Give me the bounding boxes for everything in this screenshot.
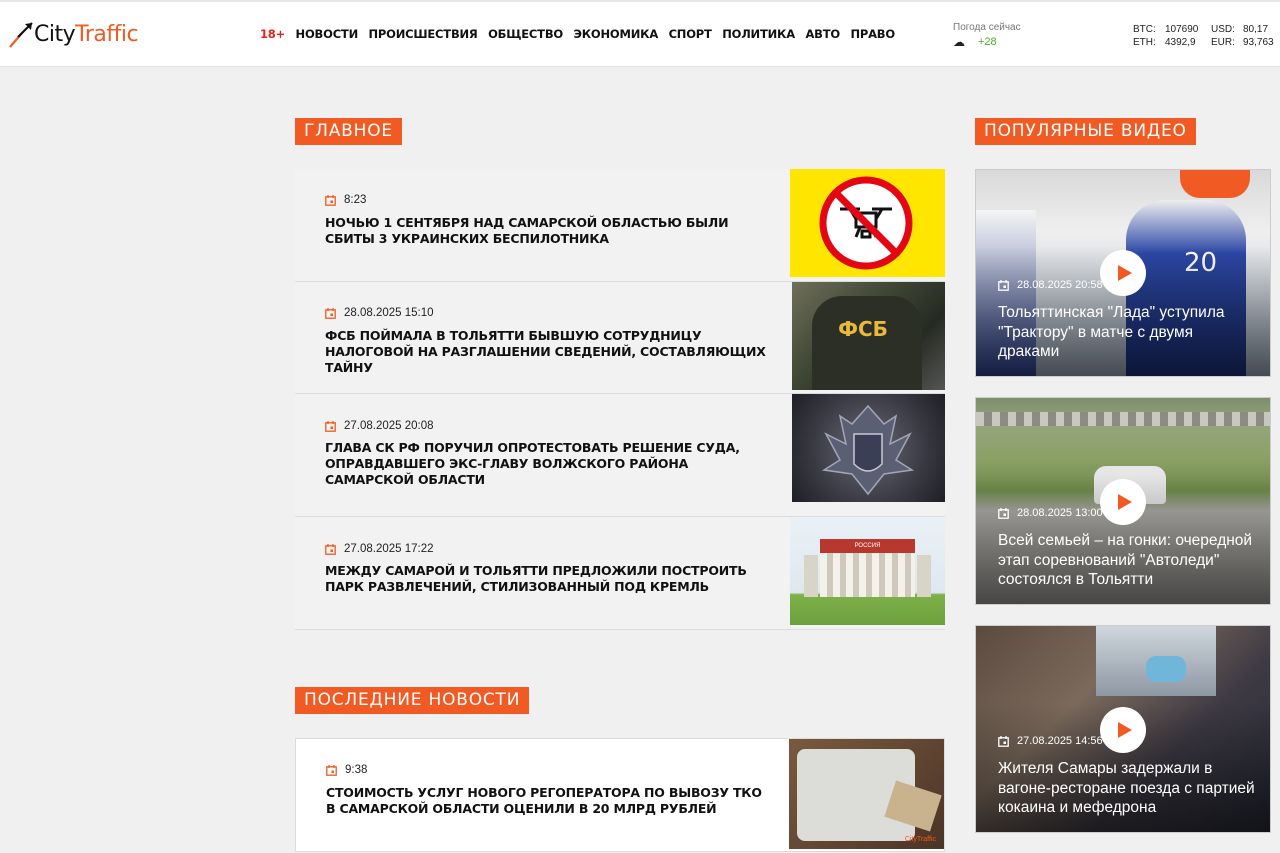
video-date: 28.08.2025 13:00 bbox=[1017, 507, 1103, 519]
track-fence bbox=[976, 412, 1270, 426]
eth-value: 4392,9 bbox=[1165, 37, 1196, 48]
news-meta: 28.08.2025 15:10 bbox=[325, 307, 434, 319]
weather-temperature: +28 bbox=[978, 36, 997, 48]
park-gate-sign: РОССИЯ bbox=[820, 539, 915, 553]
glove-shape bbox=[1146, 656, 1186, 682]
news-card[interactable]: 27.08.2025 20:08 Глава СК РФ поручил опр… bbox=[295, 394, 945, 517]
play-button[interactable] bbox=[1100, 250, 1146, 296]
news-meta: 27.08.2025 17:22 bbox=[325, 543, 434, 555]
main-nav: 18+ Новости Происшествия Общество Эконом… bbox=[260, 27, 905, 41]
section-title-main[interactable]: Главное bbox=[295, 118, 402, 145]
currency-rates: USD: 80,17 EUR: 93,763 bbox=[1211, 23, 1274, 49]
news-title[interactable]: Стоимость услуг нового регоператора по в… bbox=[326, 785, 771, 817]
video-card[interactable]: 28.08.2025 13:00 Всей семьей – на гонки:… bbox=[975, 397, 1271, 605]
nav-item-news[interactable]: Новости bbox=[296, 27, 359, 41]
video-title[interactable]: Жителя Самары задержали в вагоне-рестора… bbox=[998, 759, 1258, 818]
calendar-icon bbox=[325, 543, 336, 555]
news-time: 27.08.2025 17:22 bbox=[344, 543, 434, 555]
video-meta: 27.08.2025 14:56 bbox=[998, 735, 1103, 747]
btc-label: BTC: bbox=[1133, 24, 1156, 35]
nav-item-politics[interactable]: Политика bbox=[722, 27, 795, 41]
news-card[interactable]: 9:38 Стоимость услуг нового регоператора… bbox=[295, 738, 945, 852]
no-drones-icon bbox=[819, 176, 913, 270]
news-time: 27.08.2025 20:08 bbox=[344, 420, 434, 432]
video-card[interactable]: 27.08.2025 14:56 Жителя Самары задержали… bbox=[975, 625, 1271, 833]
news-time: 9:38 bbox=[345, 764, 368, 776]
logo-arrow-icon bbox=[9, 22, 33, 48]
news-thumbnail-sk-emblem[interactable] bbox=[792, 394, 945, 502]
section-title-latest[interactable]: Последние новости bbox=[295, 687, 530, 714]
news-thumbnail-fsb[interactable]: ФСБ bbox=[792, 282, 945, 390]
news-time: 28.08.2025 15:10 bbox=[344, 307, 434, 319]
calendar-icon bbox=[998, 507, 1009, 519]
btc-value: 107690 bbox=[1165, 24, 1199, 35]
play-button[interactable] bbox=[1100, 707, 1146, 753]
nav-item-economy[interactable]: Экономика bbox=[573, 27, 658, 41]
eur-label: EUR: bbox=[1211, 37, 1235, 48]
weather-label: Погода сейчас bbox=[953, 22, 1021, 33]
play-button[interactable] bbox=[1100, 479, 1146, 525]
video-meta: 28.08.2025 13:00 bbox=[998, 507, 1103, 519]
news-card[interactable]: 8:23 Ночью 1 сентября над Самарской обла… bbox=[295, 169, 945, 282]
site-logo[interactable]: CityTraffic bbox=[8, 14, 148, 54]
calendar-icon bbox=[325, 420, 336, 432]
news-thumbnail-trash-bin[interactable]: CityTraffic bbox=[789, 739, 944, 849]
news-card[interactable]: 28.08.2025 15:10 ФСБ поймала в Тольятти … bbox=[295, 282, 945, 394]
video-meta: 28.08.2025 20:58 bbox=[998, 279, 1103, 291]
thumb-watermark: CityTraffic bbox=[904, 836, 936, 843]
video-title[interactable]: Всей семьей – на гонки: очередной этап с… bbox=[998, 531, 1258, 590]
usd-value: 80,17 bbox=[1243, 24, 1269, 35]
news-thumbnail-park-gate[interactable]: РОССИЯ bbox=[790, 517, 945, 625]
fsb-label: ФСБ bbox=[832, 316, 894, 342]
logo-text: CityTraffic bbox=[34, 21, 139, 47]
nav-item-sport[interactable]: Спорт bbox=[669, 27, 712, 41]
calendar-icon bbox=[998, 735, 1009, 747]
nav-item-law[interactable]: Право bbox=[850, 27, 895, 41]
news-thumbnail-drone-ban[interactable] bbox=[790, 169, 945, 277]
calendar-icon bbox=[325, 194, 336, 206]
eth-label: ETH: bbox=[1133, 37, 1156, 48]
calendar-icon bbox=[326, 764, 337, 776]
park-gate-tower-left bbox=[804, 555, 818, 597]
video-date: 28.08.2025 20:58 bbox=[1017, 279, 1103, 291]
play-icon bbox=[1117, 265, 1132, 281]
news-meta: 8:23 bbox=[325, 194, 366, 206]
eur-value: 93,763 bbox=[1243, 37, 1274, 48]
news-card[interactable]: 27.08.2025 17:22 Между Самарой и Тольятт… bbox=[295, 517, 945, 630]
video-card[interactable]: 20 28.08.2025 20:58 Тольяттинская "Лада"… bbox=[975, 169, 1271, 377]
crypto-rates: BTC: 107690 ETH: 4392,9 bbox=[1133, 23, 1198, 49]
news-title[interactable]: Ночью 1 сентября над Самарской областью … bbox=[325, 215, 770, 247]
calendar-icon bbox=[998, 279, 1009, 291]
video-date: 27.08.2025 14:56 bbox=[1017, 735, 1103, 747]
news-time: 8:23 bbox=[344, 194, 367, 206]
news-meta: 27.08.2025 20:08 bbox=[325, 420, 434, 432]
weather-widget[interactable]: Погода сейчас ☁ +28 bbox=[953, 22, 1021, 49]
news-title[interactable]: Между Самарой и Тольятти предложили пост… bbox=[325, 563, 770, 595]
video-title[interactable]: Тольяттинская "Лада" уступила "Трактору"… bbox=[998, 303, 1258, 362]
news-meta: 9:38 bbox=[326, 764, 367, 776]
site-header: CityTraffic 18+ Новости Происшествия Общ… bbox=[0, 0, 1280, 66]
nav-age-rating[interactable]: 18+ bbox=[260, 27, 285, 41]
arena-banner bbox=[1180, 170, 1250, 198]
nav-item-society[interactable]: Общество bbox=[488, 27, 563, 41]
news-title[interactable]: ФСБ поймала в Тольятти бывшую сотрудницу… bbox=[325, 328, 770, 376]
news-title[interactable]: Глава СК РФ поручил опротестовать решени… bbox=[325, 440, 770, 488]
calendar-icon bbox=[325, 307, 336, 319]
park-gate-tower-right bbox=[917, 555, 931, 597]
play-icon bbox=[1117, 722, 1132, 738]
cloud-icon: ☁ bbox=[953, 35, 965, 49]
nav-item-incidents[interactable]: Происшествия bbox=[369, 27, 478, 41]
nav-item-auto[interactable]: Авто bbox=[805, 27, 840, 41]
play-icon bbox=[1117, 494, 1132, 510]
usd-label: USD: bbox=[1211, 24, 1235, 35]
section-title-videos[interactable]: Популярные видео bbox=[975, 118, 1196, 145]
park-gate-columns bbox=[820, 553, 915, 597]
vest-shape bbox=[812, 296, 922, 390]
emblem-icon bbox=[821, 404, 915, 496]
